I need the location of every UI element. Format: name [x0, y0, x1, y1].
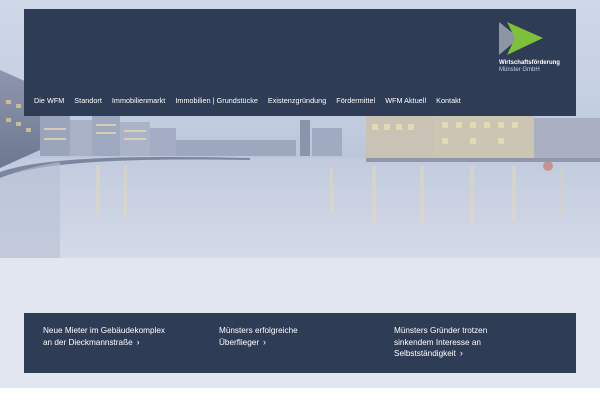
nav-item-existenzgruendung[interactable]: Existenzgründung — [268, 96, 326, 105]
teaser-link-gruender[interactable]: Münsters Gründer trotzen sinkendem Inter… — [394, 325, 544, 360]
teaser-text: Überflieger — [219, 337, 260, 347]
teaser-text: Selbstständigkeit — [394, 349, 456, 358]
main-navigation: Die WFM Standort Immobilienmarkt Immobil… — [34, 96, 461, 105]
teaser-text: sinkendem Interesse an — [394, 337, 481, 347]
logo-arrows-icon — [499, 22, 543, 55]
nav-item-die-wfm[interactable]: Die WFM — [34, 96, 64, 105]
news-teasers: Neue Mieter im Gebäudekomplex an der Die… — [24, 313, 576, 373]
site-logo[interactable]: Wirtschaftsförderung Münster GmbH — [499, 22, 569, 74]
logo-subtitle: Münster GmbH — [499, 67, 540, 73]
teaser-text: Münsters Gründer trotzen — [394, 326, 488, 335]
teaser-text: Neue Mieter im Gebäudekomplex — [43, 326, 165, 335]
footer-strip — [0, 388, 600, 400]
teaser-link-ueberflieger[interactable]: Münsters erfolgreiche Überflieger › — [219, 325, 369, 348]
nav-item-kontakt[interactable]: Kontakt — [436, 96, 461, 105]
chevron-right-icon: › — [263, 336, 267, 347]
nav-item-immobilienmarkt[interactable]: Immobilienmarkt — [112, 96, 165, 105]
chevron-right-icon: › — [136, 336, 140, 347]
nav-item-wfm-aktuell[interactable]: WFM Aktuell — [385, 96, 426, 105]
logo-name: Wirtschaftsförderung — [499, 60, 560, 66]
teaser-text: an der Dieckmannstraße — [43, 337, 133, 347]
nav-item-immobilien-grundstuecke[interactable]: Immobilien | Grundstücke — [175, 96, 258, 105]
chevron-right-icon: › — [459, 348, 463, 358]
teaser-text: Münsters erfolgreiche — [219, 326, 298, 335]
nav-item-foerdermittel[interactable]: Fördermittel — [336, 96, 375, 105]
site-header: Wirtschaftsförderung Münster GmbH Die WF… — [24, 9, 576, 116]
nav-item-standort[interactable]: Standort — [74, 96, 102, 105]
teaser-link-dieckmannstrasse[interactable]: Neue Mieter im Gebäudekomplex an der Die… — [43, 325, 193, 348]
